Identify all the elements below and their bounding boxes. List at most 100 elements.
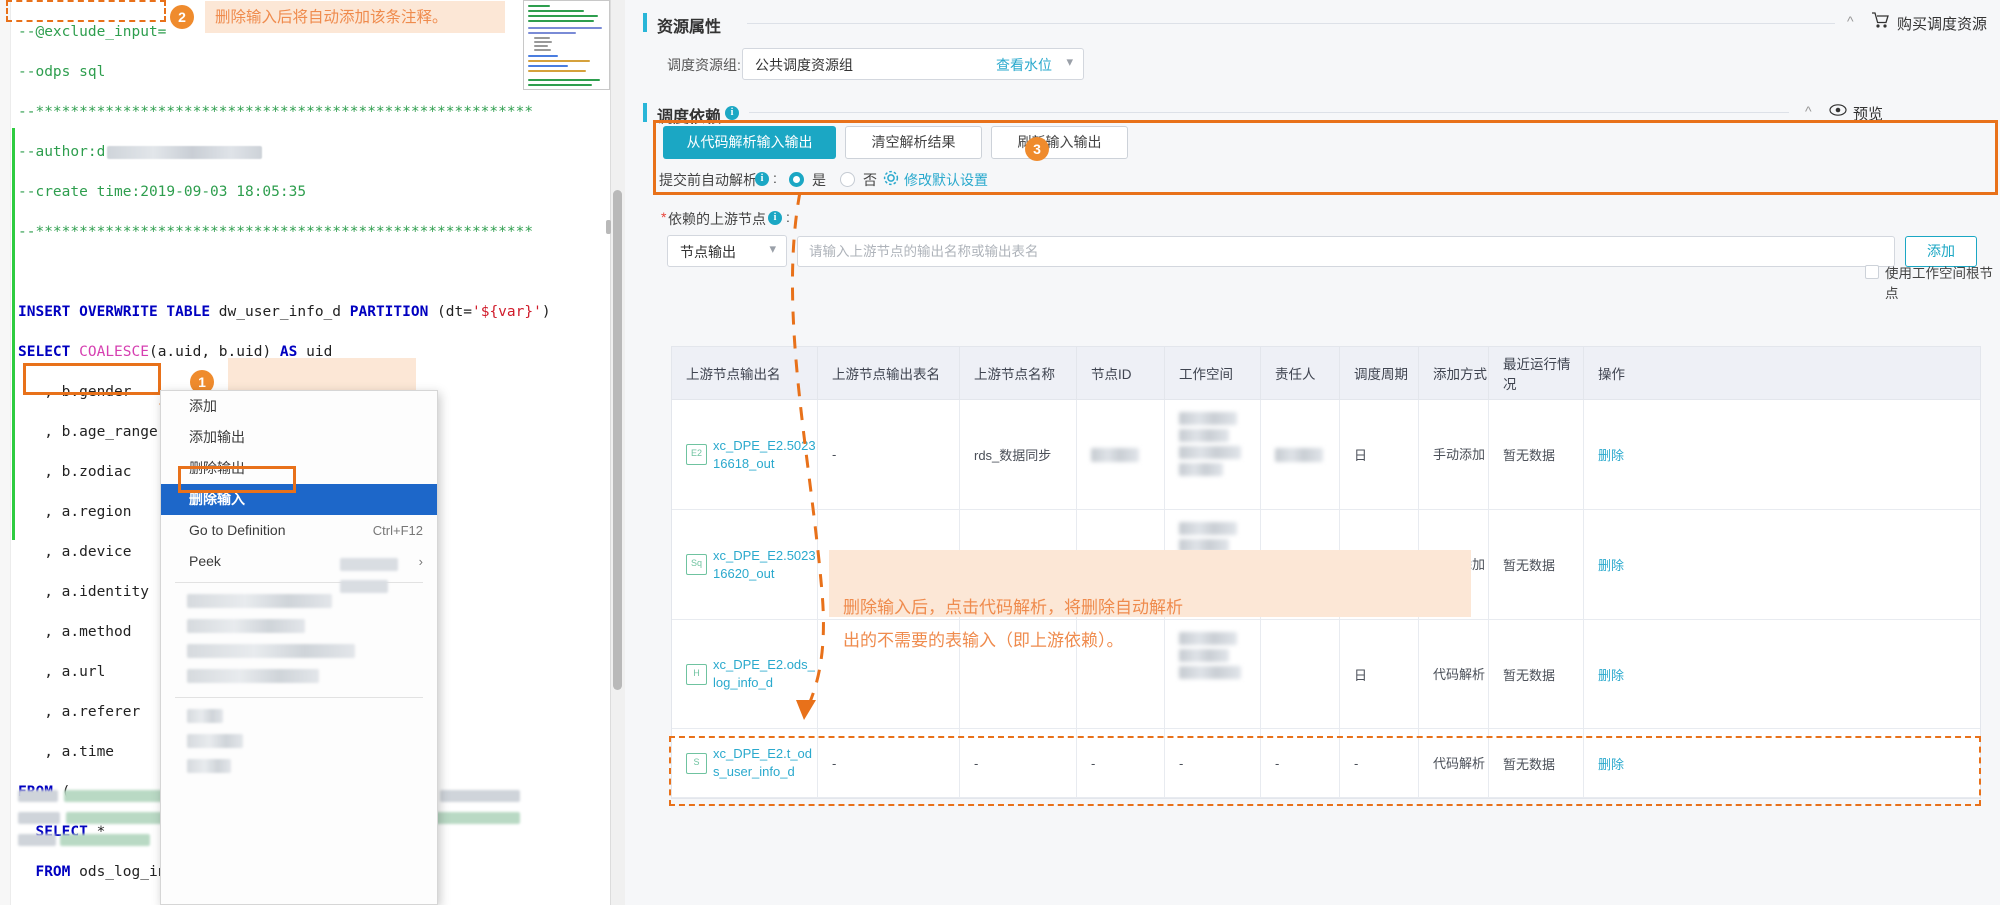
table-header-add-type[interactable]: 添加方式 — [1419, 347, 1489, 399]
upstream-search-input[interactable]: 请输入上游节点的输出名称或输出表名 — [797, 236, 1895, 267]
minimap-line — [534, 37, 550, 39]
table-header-owner[interactable]: 责任人 — [1261, 347, 1340, 399]
blurred-code-3 — [18, 812, 60, 824]
cell-output-name[interactable]: xc_DPE_E2.502316620_out — [713, 547, 817, 583]
blurred-code-6 — [60, 834, 150, 846]
context-menu-item-go-to-definition[interactable]: Ctrl+F12 Go to Definition — [161, 515, 437, 546]
context-menu-label: 删除输入 — [189, 491, 245, 507]
cell-workspace-blurred — [1179, 666, 1241, 679]
delete-row-link[interactable]: 删除 — [1598, 445, 1624, 464]
table-header-cycle[interactable]: 调度周期 — [1340, 347, 1419, 399]
code-line-stars-1: --**************************************… — [18, 104, 534, 120]
cell-output-name[interactable]: xc_DPE_E2.502316618_out — [713, 437, 817, 473]
annotation-2-dashed-box — [6, 0, 166, 22]
context-menu-blurred-item[interactable] — [187, 594, 332, 608]
annotation-2-label: 删除输入后将自动添加该条注释。 — [215, 9, 448, 26]
minimap-line — [528, 5, 550, 7]
cart-icon[interactable] — [1871, 11, 1889, 29]
minimap-line — [528, 32, 576, 34]
cell-workspace-blurred — [1179, 463, 1223, 476]
annotation-2-text: 删除输入后将自动添加该条注释。 — [205, 1, 505, 33]
context-menu-blurred-item[interactable] — [187, 619, 305, 633]
code-col-region: , a.region — [18, 504, 132, 520]
code-col-device: , a.device — [18, 544, 132, 560]
minimap-line — [528, 60, 590, 62]
minimap-line — [528, 27, 602, 29]
blurred-code-5 — [18, 834, 56, 846]
node-type-icon: H — [686, 663, 707, 685]
context-menu-blurred-item[interactable] — [187, 734, 243, 748]
node-type-icon: Sq — [686, 554, 707, 575]
cell-workspace-blurred — [1179, 632, 1237, 645]
context-menu-item-add-output[interactable]: 添加输出 — [161, 422, 437, 453]
upstream-required-mark: * — [661, 209, 667, 225]
context-menu-blurred-item[interactable] — [187, 669, 319, 683]
context-menu-separator — [175, 697, 423, 698]
cell-cycle: 日 — [1354, 448, 1368, 463]
node-type-icon: E2 — [686, 444, 707, 465]
panel-scrollbar[interactable] — [611, 0, 625, 905]
minimap-line — [528, 15, 598, 17]
resource-section-bar — [643, 13, 647, 32]
workspace-root-checkbox[interactable] — [1865, 265, 1879, 279]
right-properties-panel: 资源属性 ^ 购买调度资源 调度资源组: 公共调度资源组 ▾ 查看水位 调度依赖… — [611, 0, 2000, 905]
code-line-stars-2: --**************************************… — [18, 224, 534, 240]
screen-root: --@exclude_input= --odps sql --*********… — [0, 0, 2000, 905]
context-menu-item-add[interactable]: 添加 — [161, 391, 437, 422]
view-water-level-link[interactable]: 查看水位 — [996, 55, 1052, 75]
cell-recent-run: 暂无数据 — [1503, 558, 1556, 573]
minimap-line — [528, 79, 600, 81]
table-header-output-name[interactable]: 上游节点输出名 — [672, 347, 818, 399]
cell-workspace-blurred — [1179, 649, 1229, 662]
left-panel-edge-marker — [606, 220, 611, 234]
context-menu-blurred-col — [340, 580, 388, 593]
context-menu-blurred-item[interactable] — [187, 759, 231, 773]
resource-group-label: 调度资源组: — [667, 57, 741, 73]
code-kw-select: SELECT — [18, 344, 71, 360]
cell-node-id-blurred — [1091, 447, 1139, 462]
table-header-action[interactable]: 操作 — [1584, 347, 1664, 399]
schedule-section-bar — [643, 103, 647, 122]
context-menu-label: Peek — [189, 553, 221, 569]
cell-add-type: 手动添加 — [1433, 447, 1486, 462]
cell-workspace-blurred — [1179, 522, 1237, 535]
cell-output-table: - — [832, 447, 837, 462]
cell-node-name: rds_数据同步 — [974, 448, 1052, 463]
code-minimap[interactable] — [523, 0, 610, 90]
context-menu-label: 添加输出 — [189, 429, 245, 445]
table-header-workspace[interactable]: 工作空间 — [1165, 347, 1261, 399]
delete-row-link[interactable]: 删除 — [1598, 555, 1624, 574]
scrollbar-thumb[interactable] — [613, 190, 622, 690]
table-header-output-table[interactable]: 上游节点输出表名 — [818, 347, 960, 399]
delete-row-link[interactable]: 删除 — [1598, 665, 1624, 684]
code-kw-insert: INSERT OVERWRITE TABLE — [18, 304, 211, 320]
code-col-age-range: , b.age_range — [18, 424, 158, 440]
resource-group-value: 公共调度资源组 — [755, 57, 853, 73]
blurred-code-8 — [430, 812, 520, 824]
code-col-time: , a.time — [18, 744, 115, 760]
info-icon[interactable]: i — [768, 211, 782, 225]
context-menu-blurred-item[interactable] — [187, 709, 223, 723]
table-row[interactable]: E2 xc_DPE_E2.502316618_out - rds_数据同步 日 … — [672, 400, 1980, 510]
chevron-up-icon[interactable]: ^ — [1805, 103, 1812, 119]
code-col-method: , a.method — [18, 624, 132, 640]
cell-recent-run: 暂无数据 — [1503, 667, 1556, 683]
editor-gutter — [0, 0, 11, 905]
table-header-node-id[interactable]: 节点ID — [1077, 347, 1165, 399]
annotation-1-box — [23, 363, 161, 395]
upstream-type-select[interactable]: 节点输出 ▾ — [667, 235, 787, 267]
cell-output-name[interactable]: xc_DPE_E2.ods_log_info_d — [713, 656, 817, 692]
context-menu-blurred-item[interactable] — [187, 644, 355, 658]
purchase-resource-link[interactable]: 购买调度资源 — [1897, 13, 1987, 34]
table-header-recent-run[interactable]: 最近运行情况 — [1489, 347, 1584, 399]
minimap-line — [528, 55, 558, 57]
info-icon[interactable]: i — [725, 106, 739, 120]
table-header-node-name[interactable]: 上游节点名称 — [960, 347, 1077, 399]
upstream-search-placeholder: 请输入上游节点的输出名称或输出表名 — [809, 244, 1039, 259]
code-line-author: --author:d — [18, 144, 106, 160]
table-header-row: 上游节点输出名 上游节点输出表名 上游节点名称 节点ID 工作空间 责任人 调度… — [672, 347, 1980, 400]
chevron-up-icon[interactable]: ^ — [1847, 13, 1854, 29]
resource-section-rule — [747, 23, 1835, 24]
code-line-createtime: --create time:2019-09-03 18:05:35 — [18, 184, 307, 200]
eye-icon[interactable] — [1829, 102, 1847, 118]
